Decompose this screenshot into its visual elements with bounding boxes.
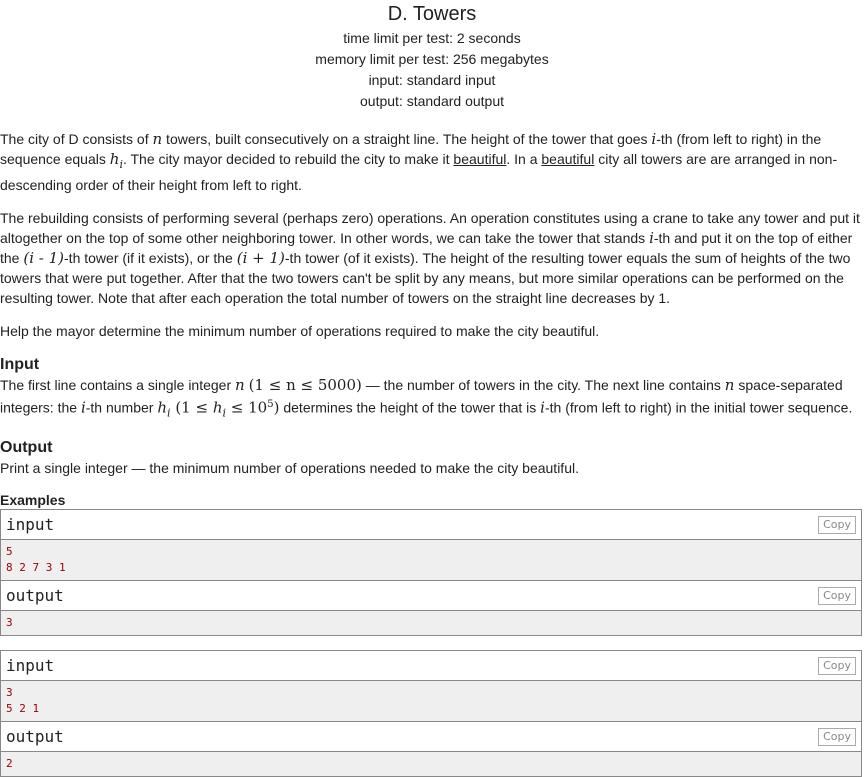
text: — the number of towers in the city. The … xyxy=(361,376,725,393)
copy-output-button[interactable]: Copy xyxy=(818,587,856,606)
input-data: 3 5 2 1 xyxy=(1,681,861,723)
text: -th (from left to right) in the initial … xyxy=(544,399,853,416)
input-section-text: The first line contains a single integer… xyxy=(0,375,864,423)
problem-title: D. Towers xyxy=(387,3,477,25)
output-file: output: standard output xyxy=(360,93,504,109)
text: . The city mayor decided to rebuild the … xyxy=(122,151,454,167)
input-data: 5 8 2 7 3 1 xyxy=(1,540,861,582)
problem-header: D. Towers time limit per test: 2 seconds… xyxy=(0,0,864,112)
example-1: input Copy 5 8 2 7 3 1 output Copy 3 xyxy=(0,509,862,637)
statement-paragraph-1: The city of D consists of n towers, buil… xyxy=(0,129,864,195)
output-section-title: Output xyxy=(0,439,53,457)
math-h: h xyxy=(109,150,120,168)
math-h: h xyxy=(212,398,223,417)
text: towers, built consecutively on a straigh… xyxy=(162,131,652,147)
output-label: output xyxy=(6,586,64,606)
output-section-text: Print a single integer — the minimum num… xyxy=(0,460,579,477)
input-label: input xyxy=(6,656,55,676)
text: The first line contains a single integer xyxy=(0,376,236,393)
output-label: output xyxy=(6,727,64,747)
text: . In a xyxy=(506,151,542,167)
math-n: n xyxy=(724,375,735,394)
statement-paragraph-2: The rebuilding consists of performing se… xyxy=(0,208,864,308)
input-header: input Copy xyxy=(1,510,861,541)
text: The city of D consists of xyxy=(0,131,153,147)
math-i-plus-1: (i + 1) xyxy=(236,248,285,267)
math-i-minus-1: (i - 1) xyxy=(23,248,65,267)
example-2: input Copy 3 5 2 1 output Copy 2 xyxy=(0,650,862,777)
math-n: n xyxy=(235,375,245,394)
memory-limit: memory limit per test: 256 megabytes xyxy=(315,51,549,67)
copy-input-button[interactable]: Copy xyxy=(818,516,856,535)
text: determines the height of the tower that … xyxy=(279,399,541,416)
input-label: input xyxy=(6,515,55,535)
input-header: input Copy xyxy=(1,651,861,682)
input-file: input: standard input xyxy=(368,72,496,88)
output-data: 2 xyxy=(1,752,861,777)
input-section-title: Input xyxy=(0,355,40,373)
math-text: ≤ 10 xyxy=(226,398,268,417)
math-h: h xyxy=(157,398,168,417)
math-constraint-n: (1 ≤ n ≤ 5000) xyxy=(248,375,362,394)
term-beautiful: beautiful xyxy=(541,151,595,167)
math-text: (1 ≤ xyxy=(170,398,213,417)
output-data: 3 xyxy=(1,611,861,636)
output-header: output Copy xyxy=(1,581,861,612)
copy-input-button[interactable]: Copy xyxy=(818,657,856,676)
math-n: n xyxy=(152,130,163,148)
output-header: output Copy xyxy=(1,722,861,753)
statement-paragraph-3: Help the mayor determine the minimum num… xyxy=(0,322,600,339)
term-beautiful: beautiful xyxy=(453,151,507,167)
text: -th tower (if it exists), or the xyxy=(64,249,237,266)
text: -th number xyxy=(85,399,158,416)
time-limit: time limit per test: 2 seconds xyxy=(343,30,521,46)
examples-title: Examples xyxy=(0,492,66,509)
copy-output-button[interactable]: Copy xyxy=(818,728,856,747)
